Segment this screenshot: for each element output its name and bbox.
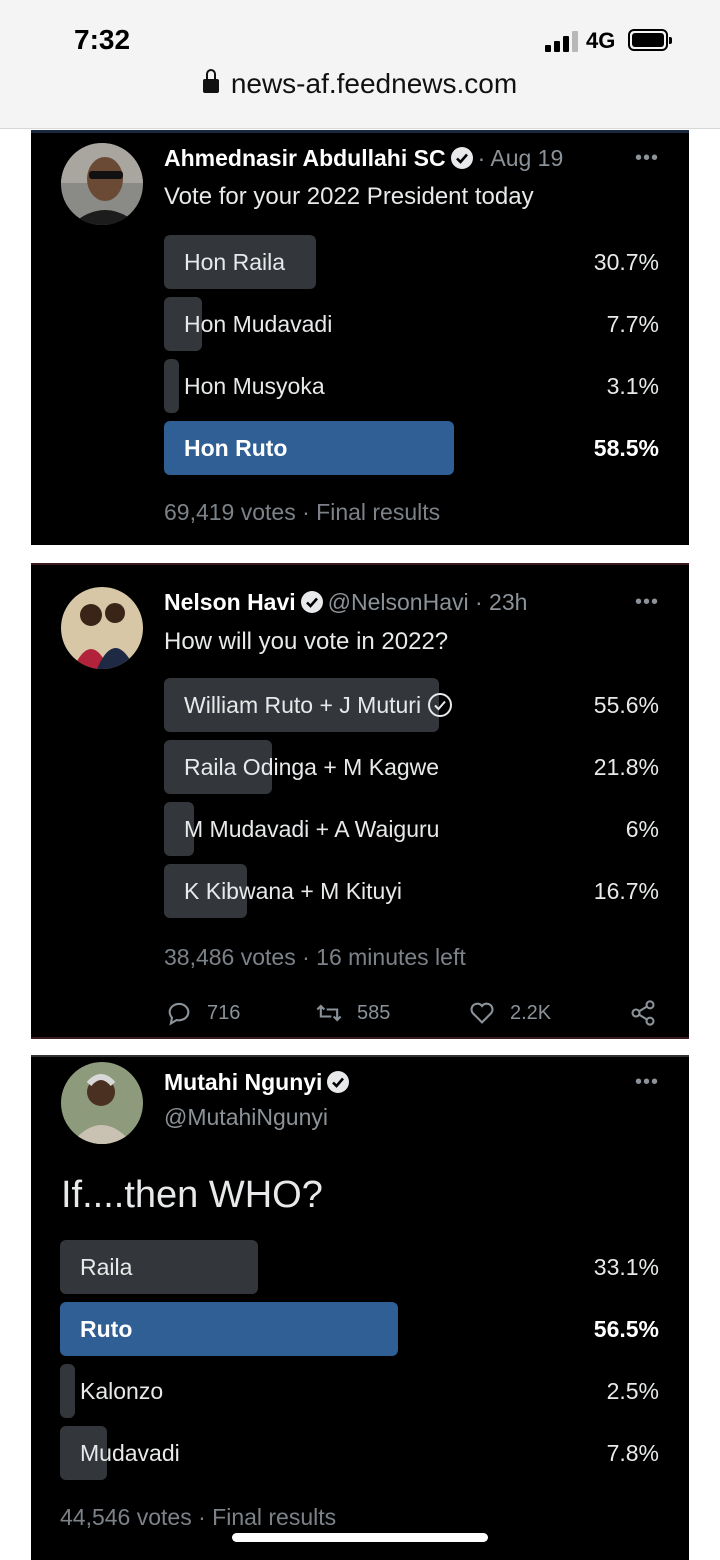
poll-option-percent: 6% [625,816,659,842]
poll-question: How will you vote in 2022? [164,628,449,655]
poll-option-percent: 30.7% [593,249,659,275]
poll-option-label: Raila Odinga + M Kagwe [184,754,440,780]
avatar[interactable] [61,587,143,669]
author-name[interactable]: Mutahi Ngunyi [164,1069,322,1095]
poll-option-label: Hon Raila [184,249,285,275]
author-handle: @NelsonHavi · 23h [327,589,528,615]
poll-option-percent: 16.7% [593,878,659,904]
poll-option-label: Ruto [80,1316,133,1342]
poll-footer: 44,546 votes · Final results [60,1504,336,1531]
poll-option-percent: 7.8% [606,1440,659,1466]
poll-option-label-group: William Ruto + J Muturi [184,678,453,732]
poll-status: · 16 minutes left [302,944,466,970]
tweet-actions: 716 585 2.2K [165,995,665,1031]
poll-option-bar [60,1364,75,1418]
browser-header: 7:32 4G news-af.feednews.com [0,0,720,129]
avatar[interactable] [61,143,143,225]
poll-option-label: Raila [80,1254,133,1280]
author-handle: @MutahiNgunyi [164,1104,328,1130]
poll-option-percent: 33.1% [593,1254,659,1280]
poll-option: M Mudavadi + A Waiguru 6% [164,802,689,856]
author-line: Nelson Havi @NelsonHavi · 23h [164,589,527,616]
poll-option-bar [164,359,180,413]
poll-option: Hon Mudavadi 7.7% [164,297,689,351]
poll-footer: 38,486 votes · 16 minutes left [164,944,466,971]
poll-option-percent: 7.7% [606,311,659,337]
author-name[interactable]: Ahmednasir Abdullahi SC [164,145,446,171]
vote-count: 69,419 votes [164,499,296,525]
poll-option: K Kibwana + M Kituyi 16.7% [164,864,689,918]
poll-option-percent: 55.6% [593,692,659,718]
poll-option-percent: 58.5% [593,435,659,461]
retweet-count: 585 [357,1002,391,1024]
vote-count: 38,486 votes [164,944,296,970]
poll-option-label: Hon Musyoka [184,373,325,399]
retweet-button[interactable]: 585 [315,995,390,1031]
share-icon [631,1000,655,1026]
poll-option: Kalonzo 2.5% [60,1364,689,1418]
avatar[interactable] [61,1062,143,1144]
network-type: 4G [586,28,616,53]
check-circle-icon [428,693,453,717]
more-options-icon[interactable]: ••• [635,591,659,614]
verified-badge-icon [300,591,323,613]
poll-card-1: Ahmednasir Abdullahi SC · Aug 19 ••• Vote… [31,130,689,545]
reply-button[interactable]: 716 [165,995,240,1031]
more-options-icon[interactable]: ••• [635,147,659,170]
poll-status: · Final results [302,499,441,525]
lock-icon [202,69,219,93]
address-bar[interactable]: news-af.feednews.com [0,68,720,100]
like-count: 2.2K [510,1002,552,1024]
poll-question: Vote for your 2022 President today [164,183,534,210]
reply-icon [168,1002,190,1026]
poll-option: Hon Musyoka 3.1% [164,359,689,413]
poll-option: Raila Odinga + M Kagwe 21.8% [164,740,689,794]
like-button[interactable]: 2.2K [468,995,551,1031]
poll-option-label: William Ruto + J Muturi [184,692,422,718]
poll-option-label: K Kibwana + M Kituyi [184,878,402,904]
battery-icon [628,29,672,51]
url-text: news-af.feednews.com [230,68,518,99]
vote-count: 44,546 votes [60,1504,192,1530]
poll-option: Mudavadi 7.8% [60,1426,689,1480]
post-date: · Aug 19 [477,145,564,171]
share-button[interactable] [629,995,671,1031]
poll-option: William Ruto + J Muturi 55.6% [164,678,689,732]
poll-option-label: Hon Ruto [184,435,288,461]
poll-option: Raila 33.1% [60,1240,689,1294]
home-indicator[interactable] [232,1533,488,1542]
poll-option-percent: 56.5% [593,1316,659,1342]
poll-option-label: Kalonzo [80,1378,164,1404]
poll-option-label: Mudavadi [80,1440,180,1466]
author-handle-line: @MutahiNgunyi [164,1104,328,1131]
poll-option-percent: 21.8% [593,754,659,780]
poll-card-3: Mutahi Ngunyi @MutahiNgunyi ••• If....th… [31,1055,689,1560]
poll-option-label: M Mudavadi + A Waiguru [184,816,440,842]
poll-option: Hon Ruto 58.5% [164,421,689,475]
verified-badge-icon [450,147,473,169]
poll-option-percent: 3.1% [606,373,659,399]
verified-badge-icon [327,1071,350,1093]
poll-option-label: Hon Mudavadi [184,311,333,337]
more-options-icon[interactable]: ••• [635,1071,659,1094]
poll-question: If....then WHO? [61,1174,323,1216]
poll-card-2: Nelson Havi @NelsonHavi · 23h ••• How wil… [31,563,689,1039]
poll-status: · Final results [198,1504,337,1530]
retweet-icon [316,1004,342,1022]
poll-footer: 69,419 votes · Final results [164,499,440,526]
reply-count: 716 [207,1002,241,1024]
status-time: 7:32 [74,24,131,55]
poll-option: Ruto 56.5% [60,1302,689,1356]
author-name[interactable]: Nelson Havi [164,589,296,615]
author-line: Mutahi Ngunyi [164,1069,354,1096]
poll-option-percent: 2.5% [606,1378,659,1404]
author-line: Ahmednasir Abdullahi SC · Aug 19 [164,145,563,172]
cellular-signal-icon [545,30,579,52]
heart-icon [470,1002,494,1024]
poll-option: Hon Raila 30.7% [164,235,689,289]
